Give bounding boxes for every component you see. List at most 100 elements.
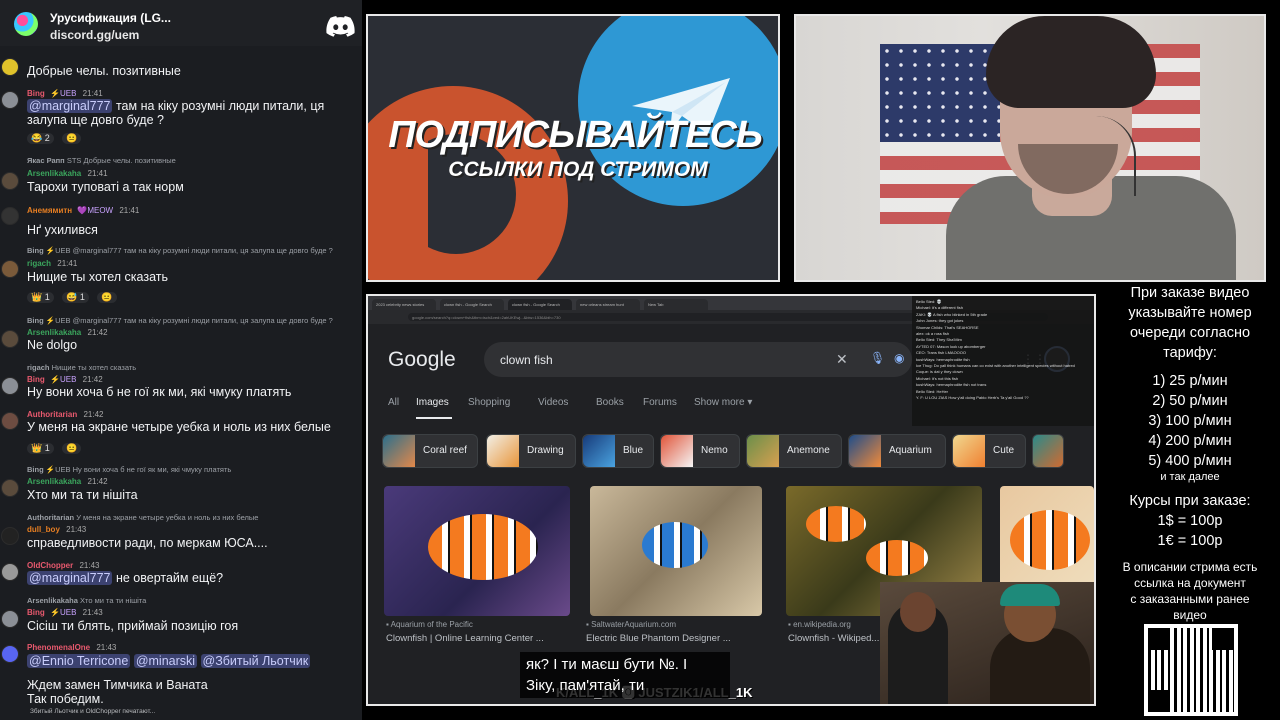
pricing-etc: и так далее (1160, 471, 1220, 483)
message-meta: Анемямитн 💜MEOW 21:41 (27, 206, 139, 215)
reaction[interactable]: 😅 1 (62, 292, 89, 303)
reply-preview: Arsenlikakaha Хто ми та ти нішіта (27, 596, 146, 605)
author-name[interactable]: Анемямитн (27, 206, 72, 215)
message-meta: Arsenlikakaha 21:41 (27, 169, 108, 178)
browser-tab[interactable]: clown fish - Google Search (440, 299, 504, 310)
tab-books[interactable]: Books (596, 397, 624, 408)
tab-shopping[interactable]: Shopping (468, 397, 510, 408)
author-name[interactable]: Arsenlikakaha (27, 328, 81, 337)
author-name[interactable]: Bing (27, 608, 45, 617)
message-body: не овертайм ещё? (115, 571, 224, 585)
overlay-chat-line: Y. F: U LOU ZIAS How y'all doing Pablo H… (916, 395, 1029, 401)
rates-title: Курсы при заказе: (1129, 493, 1251, 509)
us-flag-canton (880, 44, 1000, 142)
browser-tab[interactable]: new orleans stream hunt (576, 299, 640, 310)
result-title[interactable]: Clownfish | Online Learning Center ... (386, 633, 544, 644)
reply-author: Якас Рапп (27, 156, 65, 165)
tab-all[interactable]: All (388, 397, 399, 408)
message-text: Тарохи туповаті а так норм (27, 180, 184, 194)
message-text: Ne dolgo (27, 338, 78, 352)
result-source[interactable]: ▪ SaltwaterAquarium.com (586, 620, 676, 629)
author-name[interactable]: PhenomenalOne (27, 643, 90, 652)
browser-tab[interactable]: New Tab (644, 299, 708, 310)
message-meta: dull_boy 21:43 (27, 525, 86, 534)
chip-label: Nemo (701, 445, 728, 456)
chip-blue[interactable]: Blue (582, 434, 654, 468)
user-mention[interactable]: @marginal777 (27, 99, 113, 113)
author-name[interactable]: Arsenlikakaha (27, 477, 81, 486)
result-source[interactable]: ▪ en.wikipedia.org (788, 620, 851, 629)
note-line: ссылка на документ (1134, 576, 1246, 590)
author-name[interactable]: Bing (27, 375, 45, 384)
reply-preview: Якас Рапп STS Добрые челы. позитивные (27, 156, 176, 165)
overlay-stream-chat: Bello Sted: 💀 Michael: it's a different … (912, 296, 1094, 426)
tab-forums[interactable]: Forums (643, 397, 677, 408)
user-mention[interactable]: @Збитый Льотчик (200, 654, 311, 668)
video-subtitle: як? І ти маєш бути №. І Зіку, пам'ятай, … (520, 652, 730, 698)
reaction[interactable]: 😐 (62, 133, 82, 144)
reaction[interactable]: 👑 1 (27, 292, 54, 303)
browser-tab[interactable]: 2023 celebrity news stories (372, 299, 436, 310)
result-title[interactable]: Clownfish - Wikiped... (788, 633, 879, 644)
image-result[interactable] (384, 486, 570, 616)
promo-title: ПОДПИСЫВАЙТЕСЬ (388, 114, 763, 156)
chip-coral-reef[interactable]: Coral reef (382, 434, 478, 468)
camera-lens-icon[interactable]: ◉ (894, 351, 904, 365)
reaction[interactable]: 😐 (62, 443, 82, 454)
pricing-tier: 1) 25 р/мин (1152, 373, 1228, 389)
qr-code[interactable] (1144, 624, 1238, 716)
search-input[interactable]: clown fish (500, 353, 553, 367)
pricing-intro-line: указывайте номер (1128, 305, 1252, 321)
chip-drawing[interactable]: Drawing (486, 434, 576, 468)
reply-text: Добрые челы. позитивные (83, 156, 176, 165)
message-text: справедливости ради, по меркам ЮСА.... (27, 536, 268, 550)
author-name[interactable]: dull_boy (27, 525, 60, 534)
author-name[interactable]: Authoritarian (27, 410, 77, 419)
chip-cute[interactable]: Cute (952, 434, 1026, 468)
reply-badge: STS (66, 156, 82, 165)
inset-person-cap (1000, 584, 1060, 606)
timestamp: 21:42 (83, 410, 104, 419)
image-result[interactable] (590, 486, 762, 616)
chip-aquarium[interactable]: Aquarium (848, 434, 946, 468)
timestamp: 21:41 (87, 169, 108, 178)
author-name[interactable]: rigach (27, 259, 51, 268)
timestamp: 21:43 (79, 561, 100, 570)
message-text: Ждем замен Тимчика и Ваната Так победим. (27, 678, 208, 706)
role-badge: ⚡UEB (50, 375, 77, 384)
timestamp: 21:43 (96, 643, 117, 652)
tab-videos[interactable]: Videos (538, 397, 568, 408)
microphone-icon[interactable]: 🎙 (870, 351, 885, 365)
tab-images[interactable]: Images (416, 397, 449, 408)
reaction[interactable]: 😐 (97, 292, 117, 303)
author-name[interactable]: Bing (27, 89, 45, 98)
google-logo[interactable]: Google (388, 348, 456, 372)
avatar (1, 207, 19, 225)
reply-badge: ⚡UEB (45, 316, 71, 325)
result-source[interactable]: ▪ Aquarium of the Pacific (386, 620, 473, 629)
close-icon[interactable]: ✕ (836, 351, 848, 368)
chip-more[interactable] (1032, 434, 1064, 468)
browser-tab-active[interactable]: clown fish - Google Search (508, 299, 572, 310)
chip-label: Drawing (527, 445, 564, 456)
reply-preview: Authoritarian У меня на экране четыре уе… (27, 513, 258, 522)
chip-thumbnail (747, 435, 779, 467)
result-title[interactable]: Electric Blue Phantom Designer ... (586, 633, 731, 644)
reply-text: @marginal777 там на кіку розумні люди пи… (72, 316, 333, 325)
author-name[interactable]: OldChopper (27, 561, 73, 570)
user-mention[interactable]: @minarski (133, 654, 198, 668)
avatar (1, 563, 19, 581)
chip-label: Coral reef (423, 445, 467, 456)
reaction[interactable]: 👑 1 (27, 443, 54, 454)
chip-anemone[interactable]: Anemone (746, 434, 842, 468)
reply-badge: ⚡UEB (45, 465, 71, 474)
user-mention[interactable]: @Ennio Terricone (27, 654, 131, 668)
server-invite-link[interactable]: discord.gg/uem (50, 28, 139, 42)
tab-show-more[interactable]: Show more ▾ (694, 397, 752, 408)
result-source-text: Aquarium of the Pacific (390, 620, 473, 629)
author-name[interactable]: Arsenlikakaha (27, 169, 81, 178)
search-box[interactable]: clown fish ✕ 🎙 ◉ (484, 342, 912, 377)
chip-nemo[interactable]: Nemo (660, 434, 740, 468)
user-mention[interactable]: @marginal777 (27, 571, 113, 585)
reaction[interactable]: 😂 2 (27, 133, 54, 144)
